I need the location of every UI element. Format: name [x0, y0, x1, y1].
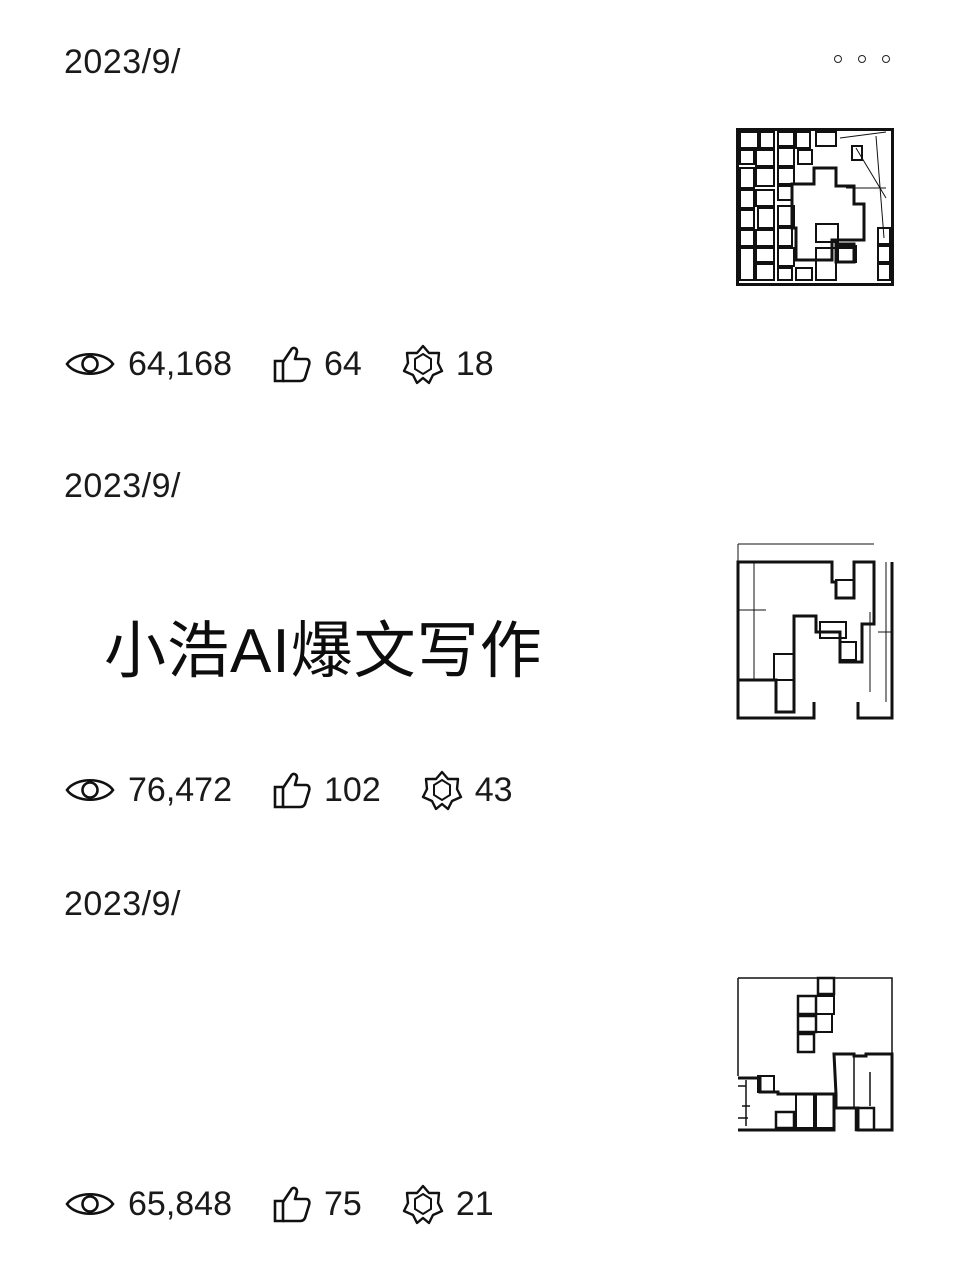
shares-count: 18: [455, 345, 494, 383]
eye-icon: [64, 772, 116, 808]
views-stat: 65,848: [64, 1184, 232, 1224]
shares-count: 43: [474, 771, 513, 809]
post-stats: 65,848 75 21: [64, 1182, 494, 1226]
thumbs-up-icon: [272, 1184, 312, 1224]
post-card[interactable]: 2023/9/ 64,168 64 18: [0, 0, 960, 420]
eye-icon: [64, 346, 116, 382]
thumbs-up-icon: [272, 770, 312, 810]
likes-count: 102: [324, 771, 381, 809]
post-date: 2023/9/: [64, 43, 181, 81]
post-title: 小浩AI爆文写作: [104, 617, 543, 686]
likes-count: 75: [324, 1185, 362, 1223]
share-button[interactable]: 21: [402, 1183, 494, 1225]
likes-count: 64: [324, 345, 362, 383]
like-button[interactable]: 102: [272, 770, 381, 810]
post-thumbnail[interactable]: [736, 976, 894, 1134]
views-count: 64,168: [128, 345, 232, 383]
share-star-icon: [402, 1183, 444, 1225]
share-button[interactable]: 43: [421, 769, 513, 811]
views-count: 65,848: [128, 1185, 232, 1223]
post-date: 2023/9/: [64, 467, 181, 505]
post-thumbnail[interactable]: [736, 128, 894, 286]
views-stat: 76,472: [64, 770, 232, 810]
views-stat: 64,168: [64, 344, 232, 384]
like-button[interactable]: 64: [272, 344, 362, 384]
share-star-icon: [421, 769, 463, 811]
post-thumbnail[interactable]: [736, 542, 894, 722]
eye-icon: [64, 1186, 116, 1222]
views-count: 76,472: [128, 771, 232, 809]
post-card[interactable]: 2023/9/ 65,848 75 21: [0, 840, 960, 1280]
post-date: 2023/9/: [64, 885, 181, 923]
post-card[interactable]: 2023/9/ 小浩AI爆文写作 76,472 102 43: [0, 420, 960, 840]
shares-count: 21: [455, 1185, 494, 1223]
share-star-icon: [402, 343, 444, 385]
share-button[interactable]: 18: [402, 343, 494, 385]
post-stats: 76,472 102 43: [64, 768, 513, 812]
like-button[interactable]: 75: [272, 1184, 362, 1224]
post-stats: 64,168 64 18: [64, 342, 494, 386]
thumbs-up-icon: [272, 344, 312, 384]
